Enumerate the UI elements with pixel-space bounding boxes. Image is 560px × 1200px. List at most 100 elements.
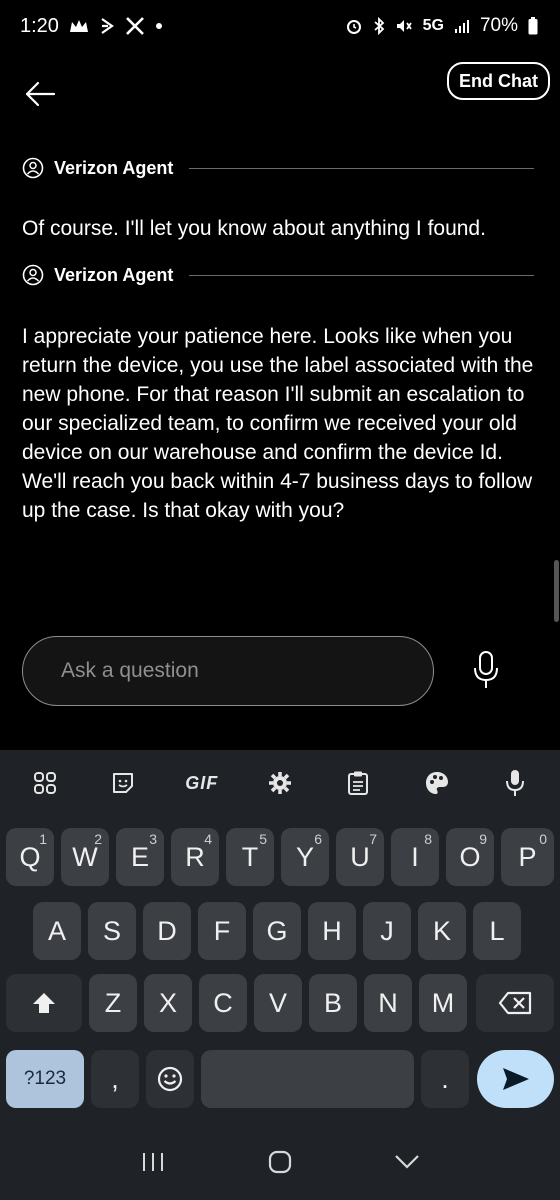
hide-keyboard-button[interactable] [382, 1142, 432, 1182]
settings-button[interactable] [256, 759, 304, 807]
key-hint: 5 [259, 831, 267, 847]
divider [189, 167, 534, 169]
message-text: Of course. I'll let you know about anyth… [22, 217, 486, 240]
send-key[interactable] [477, 1050, 554, 1108]
clipboard-button[interactable] [334, 759, 382, 807]
key-hint: 7 [369, 831, 377, 847]
key-hint: 0 [539, 831, 547, 847]
key-w[interactable]: W2 [61, 828, 109, 886]
shift-arrow-icon [33, 993, 55, 1013]
keyboard-toolbar: GIF [0, 750, 560, 816]
status-time: 1:20 [20, 14, 59, 37]
sticker-icon [113, 773, 134, 793]
key-c[interactable]: C [199, 974, 247, 1032]
key-label: T [241, 841, 259, 872]
signal-icon [454, 18, 470, 34]
theme-button[interactable] [413, 759, 461, 807]
battery-icon [528, 17, 538, 35]
key-b[interactable]: B [309, 974, 357, 1032]
key-hint: 6 [314, 831, 322, 847]
backspace-key[interactable] [476, 974, 554, 1032]
recent-apps-icon [143, 1153, 164, 1171]
battery-percent: 70% [479, 15, 518, 36]
voice-input-button[interactable] [466, 648, 506, 692]
emoji-icon [157, 1066, 183, 1092]
key-i[interactable]: I8 [391, 828, 439, 886]
x-logo-icon [125, 16, 145, 36]
notification-crown-icon [69, 18, 89, 34]
backspace-icon [498, 991, 532, 1015]
key-h[interactable]: H [308, 902, 356, 960]
key-e[interactable]: E3 [116, 828, 164, 886]
gear-icon [268, 772, 291, 794]
key-hint: 8 [424, 831, 432, 847]
recent-apps-button[interactable] [128, 1142, 178, 1182]
key-m[interactable]: M [419, 974, 467, 1032]
space-key[interactable] [201, 1050, 414, 1108]
clipboard-icon [348, 771, 369, 795]
key-a[interactable]: A [33, 902, 81, 960]
key-g[interactable]: G [253, 902, 301, 960]
keyboard-voice-button[interactable] [491, 759, 539, 807]
ask-question-input[interactable] [22, 636, 434, 706]
apps-grid-icon [34, 772, 57, 794]
gif-button[interactable]: GIF [178, 759, 226, 807]
apps-grid-button[interactable] [21, 759, 69, 807]
key-p[interactable]: P0 [501, 828, 554, 886]
sticker-button[interactable] [99, 759, 147, 807]
key-z[interactable]: Z [89, 974, 137, 1032]
notification-share-icon [99, 17, 115, 35]
end-chat-button[interactable]: End Chat [447, 62, 550, 100]
home-button[interactable] [255, 1142, 305, 1182]
bluetooth-icon [373, 17, 385, 35]
status-right: 5G 70% [345, 15, 538, 37]
message-text: I appreciate your patience here. Looks l… [22, 325, 534, 522]
alarm-icon [345, 17, 363, 35]
key-y[interactable]: Y6 [281, 828, 329, 886]
microphone-icon [505, 770, 524, 796]
key-u[interactable]: U7 [336, 828, 384, 886]
scrollbar-thumb[interactable] [554, 560, 559, 622]
key-f[interactable]: F [198, 902, 246, 960]
user-avatar-icon [22, 264, 44, 286]
comma-key[interactable]: , [91, 1050, 139, 1108]
key-label: Y [295, 841, 314, 872]
key-label: R [185, 841, 205, 872]
key-q[interactable]: Q1 [6, 828, 54, 886]
home-icon [268, 1150, 292, 1174]
agent-header-2: Verizon Agent [22, 260, 534, 290]
key-o[interactable]: O9 [446, 828, 494, 886]
key-j[interactable]: J [363, 902, 411, 960]
key-label: O [459, 841, 481, 872]
microphone-icon [474, 651, 498, 688]
key-hint: 2 [94, 831, 102, 847]
key-k[interactable]: K [418, 902, 466, 960]
send-icon [502, 1068, 529, 1090]
key-v[interactable]: V [254, 974, 302, 1032]
agent-name: Verizon Agent [54, 264, 174, 285]
key-hint: 4 [204, 831, 212, 847]
palette-icon [425, 772, 448, 794]
emoji-key[interactable] [146, 1050, 194, 1108]
key-hint: 3 [149, 831, 157, 847]
key-hint: 1 [39, 831, 47, 847]
key-d[interactable]: D [143, 902, 191, 960]
symbols-key[interactable]: ?123 [6, 1050, 84, 1108]
mute-icon [395, 17, 413, 35]
key-t[interactable]: T5 [226, 828, 274, 886]
key-x[interactable]: X [144, 974, 192, 1032]
agent-header-1: Verizon Agent [22, 153, 534, 183]
key-label: E [130, 841, 149, 872]
key-n[interactable]: N [364, 974, 412, 1032]
key-l[interactable]: L [473, 902, 521, 960]
key-label: Q [19, 841, 41, 872]
key-label: U [350, 841, 370, 872]
period-key[interactable]: . [421, 1050, 469, 1108]
key-r[interactable]: R4 [171, 828, 219, 886]
agent-name: Verizon Agent [54, 157, 174, 178]
shift-key[interactable] [6, 974, 82, 1032]
status-bar: 1:20 5G 70% [0, 0, 560, 52]
network-type: 5G [422, 17, 444, 34]
key-s[interactable]: S [88, 902, 136, 960]
back-button[interactable] [22, 76, 58, 112]
